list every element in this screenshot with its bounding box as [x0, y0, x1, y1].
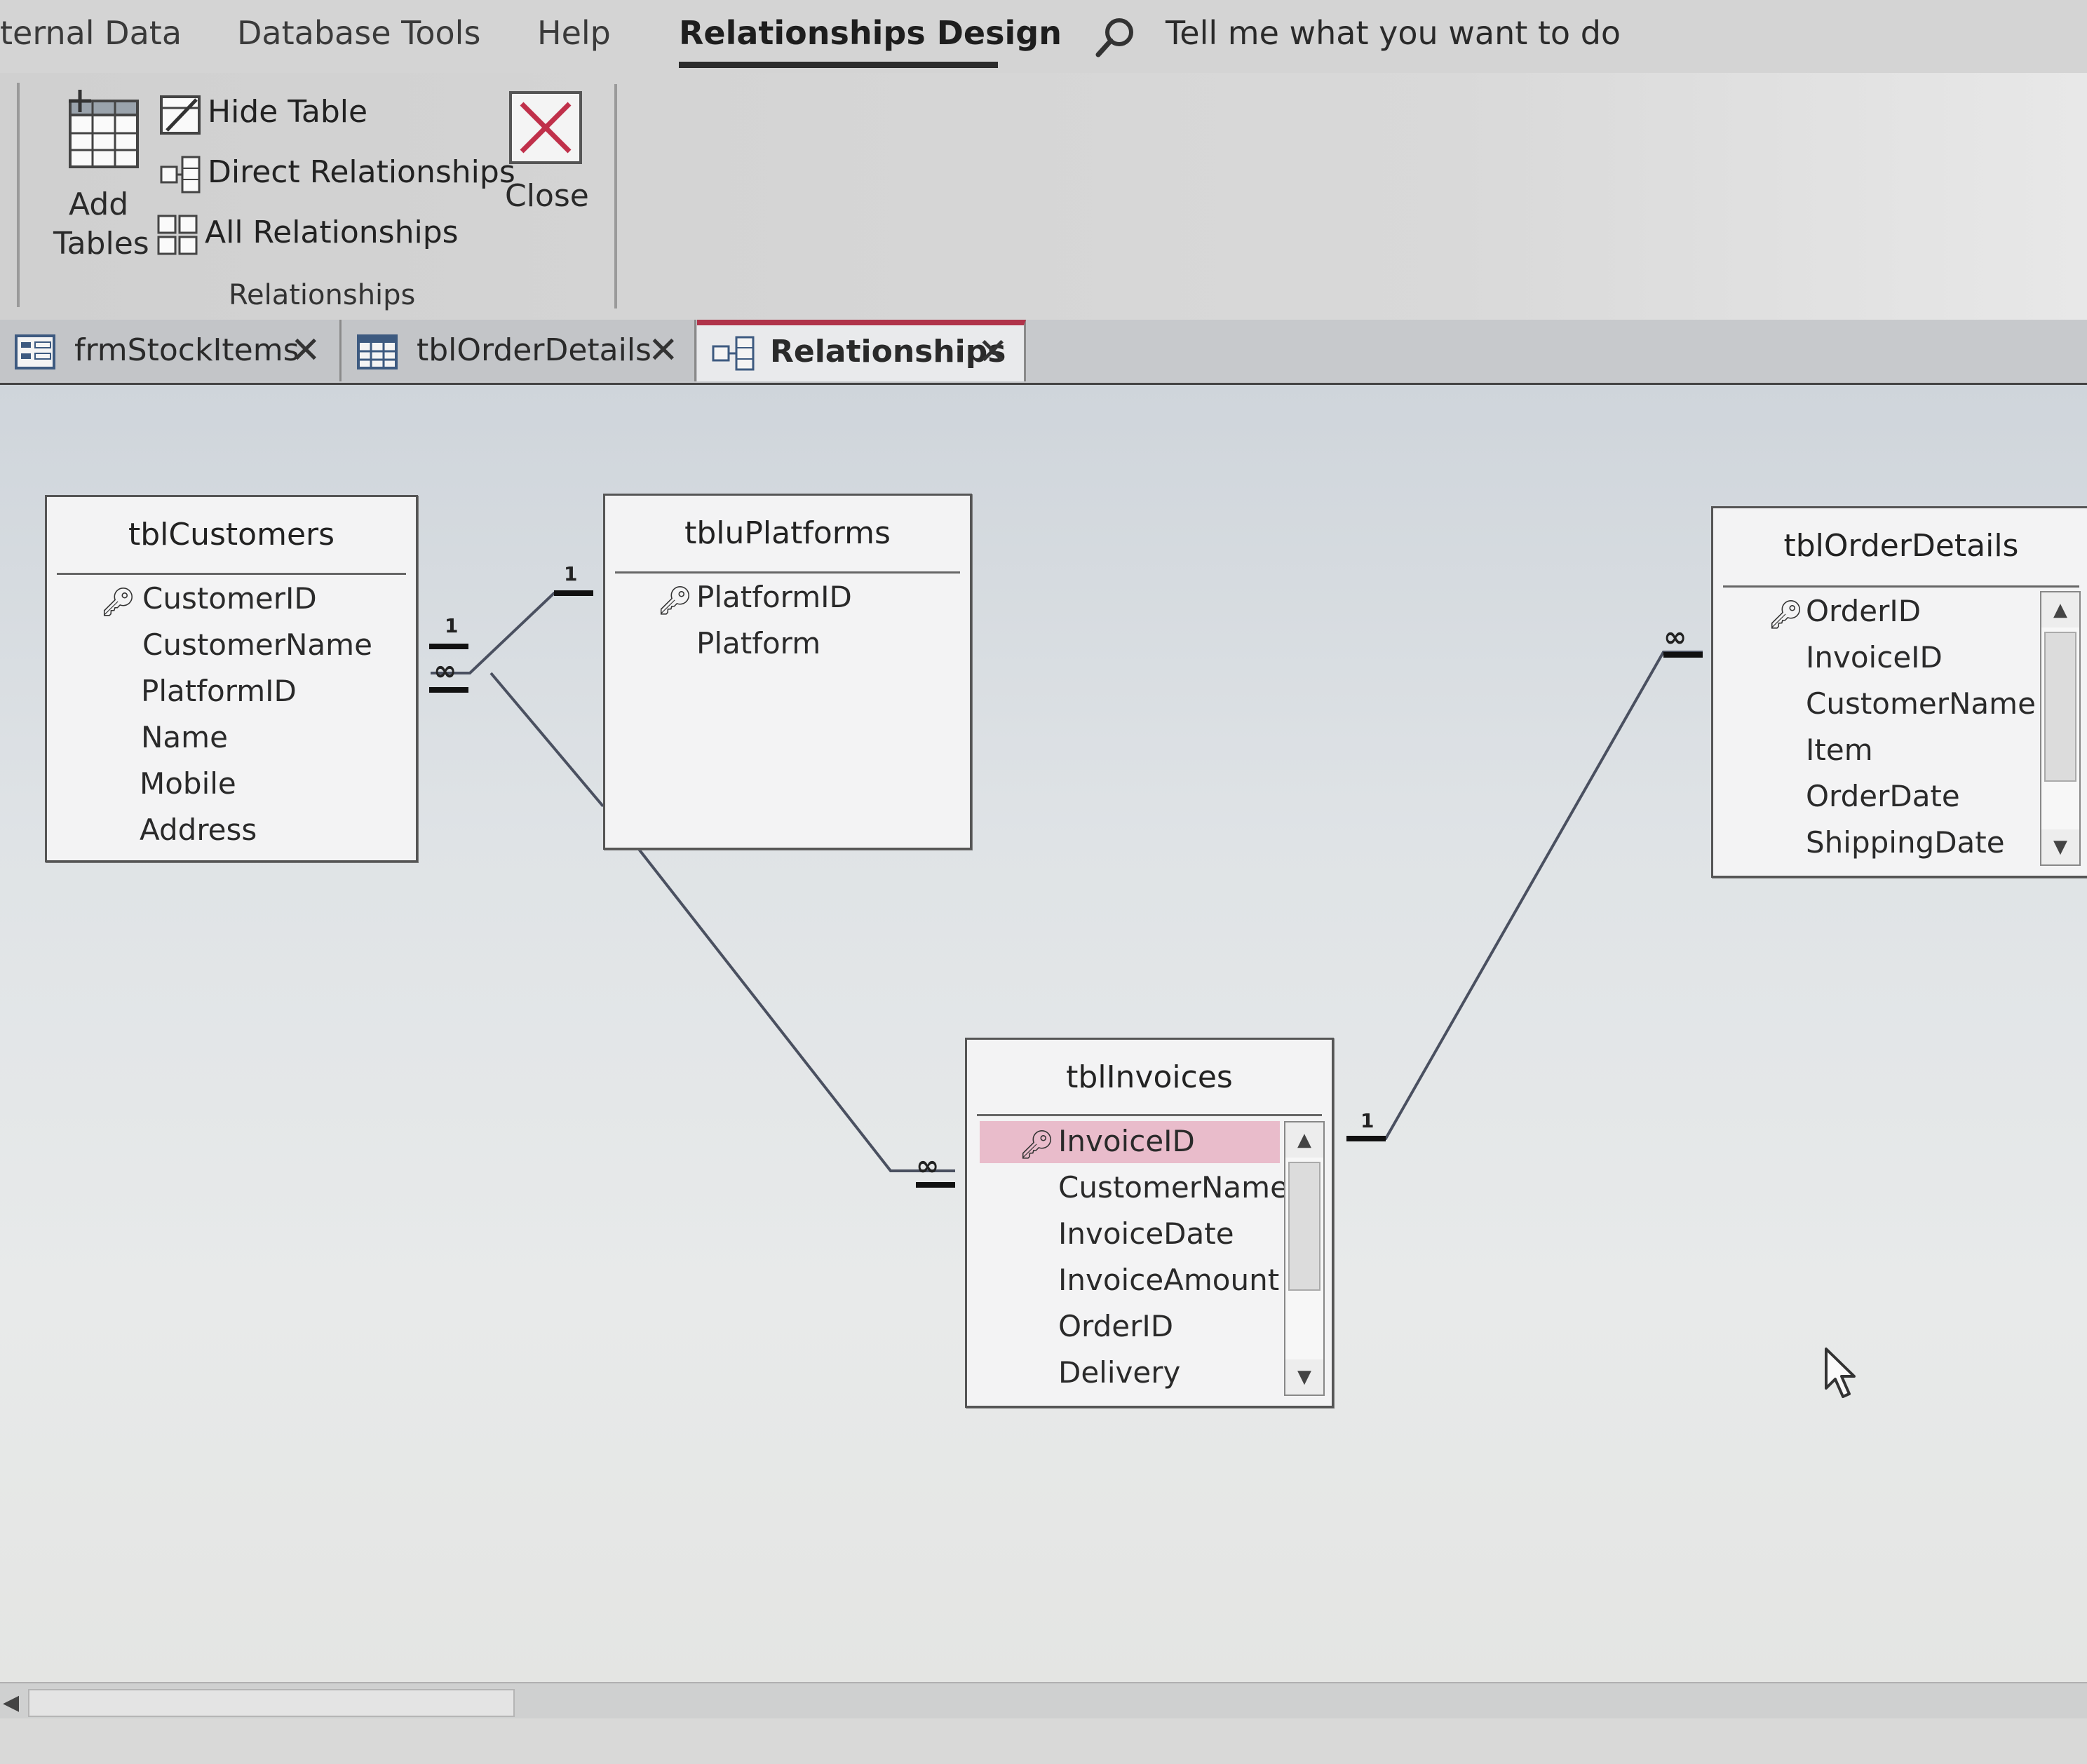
table-tblcustomers[interactable]: tblCustomers 🔑︎ CustomerID CustomerName …	[45, 495, 418, 862]
field-row-mobile[interactable]: Mobile	[47, 764, 416, 806]
scroll-thumb[interactable]	[2044, 632, 2076, 782]
cardinality-one: 1	[564, 562, 578, 585]
primary-key-icon: 🔑︎	[1019, 1129, 1055, 1161]
field-row-name[interactable]: Name	[47, 717, 416, 759]
field-name: CustomerName	[1806, 686, 2036, 721]
field-row-address[interactable]: Address	[47, 810, 416, 852]
field-row-customername[interactable]: CustomerName	[1713, 684, 2036, 726]
cardinality-many: ∞	[433, 655, 457, 687]
table-tblinvoices[interactable]: tblInvoices 🔑︎ InvoiceID CustomerName In…	[965, 1038, 1334, 1408]
table-tbluplatforms[interactable]: tbluPlatforms 🔑︎ PlatformID Platform	[603, 494, 972, 850]
primary-key-icon: 🔑︎	[100, 586, 136, 618]
field-name: CustomerID	[142, 581, 317, 616]
field-row-customername[interactable]: CustomerName	[47, 625, 416, 667]
field-name: OrderID	[1806, 594, 1921, 628]
mouse-pointer-icon	[1825, 1348, 1856, 1398]
field-name: CustomerName	[142, 627, 372, 662]
primary-key-icon: 🔑︎	[657, 585, 693, 617]
scroll-up-arrow-icon[interactable]: ▲	[1285, 1122, 1323, 1158]
field-row-orderid[interactable]: 🔑︎ OrderID	[1713, 591, 2022, 633]
field-name: InvoiceAmount	[1058, 1263, 1280, 1297]
field-name: CustomerName	[1058, 1170, 1288, 1205]
field-name: PlatformID	[141, 674, 297, 708]
table-title[interactable]: tblOrderDetails	[1713, 528, 2087, 564]
table-title-separator	[615, 571, 960, 574]
field-name: InvoiceID	[1806, 640, 1943, 674]
field-name: PlatformID	[696, 580, 852, 614]
scroll-up-arrow-icon[interactable]: ▲	[2041, 592, 2079, 627]
field-row-orderid[interactable]: OrderID	[967, 1306, 1276, 1348]
field-name: Item	[1806, 733, 1873, 767]
vertical-scrollbar[interactable]: ▲ ▼	[1284, 1121, 1325, 1396]
field-name: Delivery	[1058, 1355, 1181, 1390]
scroll-down-arrow-icon[interactable]: ▼	[2041, 829, 2079, 864]
relationship-line-platforms-invoices-2[interactable]	[637, 847, 955, 1172]
scroll-thumb[interactable]	[1288, 1162, 1321, 1291]
scroll-left-arrow-icon[interactable]: ◀	[3, 1690, 19, 1715]
primary-key-icon: 🔑︎	[1768, 599, 1804, 631]
field-row-delivery[interactable]: Delivery	[967, 1352, 1276, 1395]
field-row-customername[interactable]: CustomerName	[967, 1167, 1288, 1209]
field-name: Platform	[696, 626, 821, 660]
field-name: ShippingDate	[1806, 825, 2005, 860]
field-row-invoiceid[interactable]: 🔑︎ InvoiceID	[980, 1121, 1280, 1163]
table-title-separator	[57, 573, 406, 575]
field-name: OrderID	[1058, 1309, 1174, 1343]
cardinality-many: ∞	[916, 1150, 940, 1182]
scroll-thumb[interactable]	[28, 1689, 515, 1717]
field-name: Mobile	[140, 766, 236, 801]
table-title[interactable]: tblCustomers	[47, 517, 416, 552]
field-row-item[interactable]: Item	[1713, 730, 2022, 772]
field-name: InvoiceDate	[1058, 1216, 1234, 1251]
field-row-invoiceid[interactable]: InvoiceID	[1713, 637, 2022, 679]
status-bar	[0, 1718, 2087, 1764]
vertical-scrollbar[interactable]: ▲ ▼	[2040, 591, 2081, 866]
table-title-separator	[977, 1114, 1322, 1116]
field-row-shippingdate[interactable]: ShippingDate	[1713, 822, 2022, 864]
field-row-orderdate[interactable]: OrderDate	[1713, 776, 2022, 818]
relationship-line-invoices-orderdetails[interactable]	[1346, 651, 1703, 1140]
field-name: Address	[140, 813, 257, 847]
field-row-invoicedate[interactable]: InvoiceDate	[967, 1214, 1276, 1256]
cardinality-many: ∞	[1663, 621, 1687, 653]
table-tblorderdetails[interactable]: tblOrderDetails 🔑︎ OrderID InvoiceID Cus…	[1711, 506, 2087, 878]
field-row-platformid[interactable]: PlatformID	[47, 671, 416, 713]
table-title[interactable]: tbluPlatforms	[605, 515, 970, 551]
relationship-lines	[429, 590, 1703, 1188]
table-title-separator	[1723, 585, 2079, 588]
field-row-platformid[interactable]: 🔑︎ PlatformID	[605, 577, 970, 619]
relationship-line-platforms-invoices[interactable]	[489, 672, 605, 808]
field-row-platform[interactable]: Platform	[605, 623, 970, 665]
horizontal-scrollbar[interactable]: ◀	[0, 1682, 2087, 1720]
field-row-invoiceamount[interactable]: InvoiceAmount	[967, 1260, 1280, 1302]
cardinality-one: 1	[1360, 1109, 1375, 1132]
field-name: OrderDate	[1806, 779, 1960, 813]
scroll-down-arrow-icon[interactable]: ▼	[1285, 1359, 1323, 1395]
cardinality-one: 1	[445, 614, 459, 637]
table-title[interactable]: tblInvoices	[967, 1059, 1332, 1095]
field-name: InvoiceID	[1058, 1124, 1195, 1158]
field-name: Name	[141, 720, 228, 754]
field-row-customerid[interactable]: 🔑︎ CustomerID	[47, 578, 416, 620]
